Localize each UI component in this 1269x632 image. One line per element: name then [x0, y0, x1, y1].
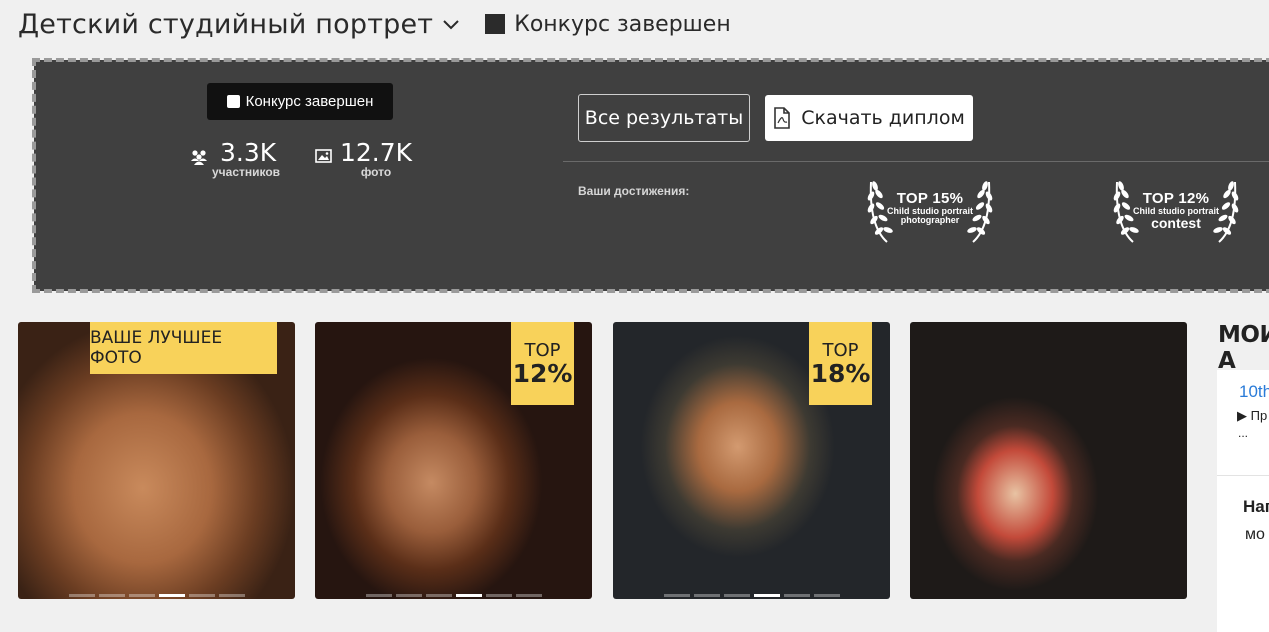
ribbon-percent: 18% [810, 359, 871, 388]
status-square-icon [485, 14, 506, 34]
contest-summary-panel: Конкурс завершен 3.3K участников 12.7K ф… [32, 58, 1269, 293]
sidebar-bold-text: Наг [1243, 497, 1269, 516]
achievement-award: TOP 15% Child studio portrait photograph… [867, 178, 993, 248]
contest-status: Конкурс завершен [514, 11, 731, 37]
top-percent-ribbon: TOP 12% [511, 322, 574, 405]
award-top: TOP 15% [896, 190, 964, 207]
award-top: TOP 12% [1142, 190, 1210, 207]
chevron-down-icon[interactable] [443, 20, 459, 30]
participants-stat: 3.3K участников [190, 138, 280, 179]
page-header: Детский студийный портрет Конкурс заверш… [18, 4, 731, 44]
sidebar-title: МОИ А [1218, 322, 1269, 374]
status-badge-label: Конкурс завершен [245, 93, 374, 110]
pdf-file-icon [774, 107, 791, 129]
download-diploma-label: Скачать диплом [801, 107, 965, 129]
award-line2: photographer [900, 215, 960, 226]
all-results-button[interactable]: Все результаты [578, 94, 750, 142]
ribbon-percent: 12% [512, 359, 573, 388]
photo-card[interactable]: TOP 12% [315, 322, 592, 599]
ribbon-top-label: TOP [822, 340, 859, 361]
sidebar-play-text[interactable]: ▶ Пр [1237, 408, 1267, 424]
sidebar-sub-text: мо [1245, 526, 1265, 543]
best-photo-ribbon: ВАШЕ ЛУЧШЕЕ ФОТО [90, 322, 277, 374]
award-line2: contest [1151, 215, 1201, 232]
sidebar-card: 10th ▶ Пр ... Наг мо [1217, 370, 1269, 632]
top-percent-ribbon: TOP 18% [809, 322, 872, 405]
portrait-photo [910, 322, 1187, 599]
achievement-award: TOP 12% Child studio portrait contest [1113, 178, 1239, 248]
photo-card[interactable] [910, 322, 1187, 599]
sidebar-ellipsis: ... [1238, 426, 1249, 440]
page-title: Детский студийный портрет [18, 8, 434, 40]
achievements-label: Ваши достижения: [578, 184, 690, 198]
participants-label: участников [212, 165, 281, 179]
download-diploma-button[interactable]: Скачать диплом [765, 95, 973, 141]
ribbon-top-label: TOP [524, 340, 561, 361]
users-icon [191, 150, 207, 165]
divider [1217, 475, 1269, 476]
sidebar-link[interactable]: 10th [1239, 382, 1269, 402]
participants-count: 3.3K [220, 138, 277, 167]
photos-label: фото [360, 165, 392, 179]
image-icon [315, 149, 332, 163]
photos-count: 12.7K [340, 138, 413, 167]
carousel-dots[interactable] [315, 594, 592, 597]
carousel-dots[interactable] [613, 594, 890, 597]
divider [563, 161, 1269, 162]
photos-stat: 12.7K фото [315, 138, 412, 179]
photo-card[interactable]: TOP 18% [613, 322, 890, 599]
status-badge: Конкурс завершен [207, 83, 393, 120]
photo-card[interactable]: ВАШЕ ЛУЧШЕЕ ФОТО [18, 322, 295, 599]
carousel-dots[interactable] [18, 594, 295, 597]
checkbox-icon [226, 95, 240, 108]
